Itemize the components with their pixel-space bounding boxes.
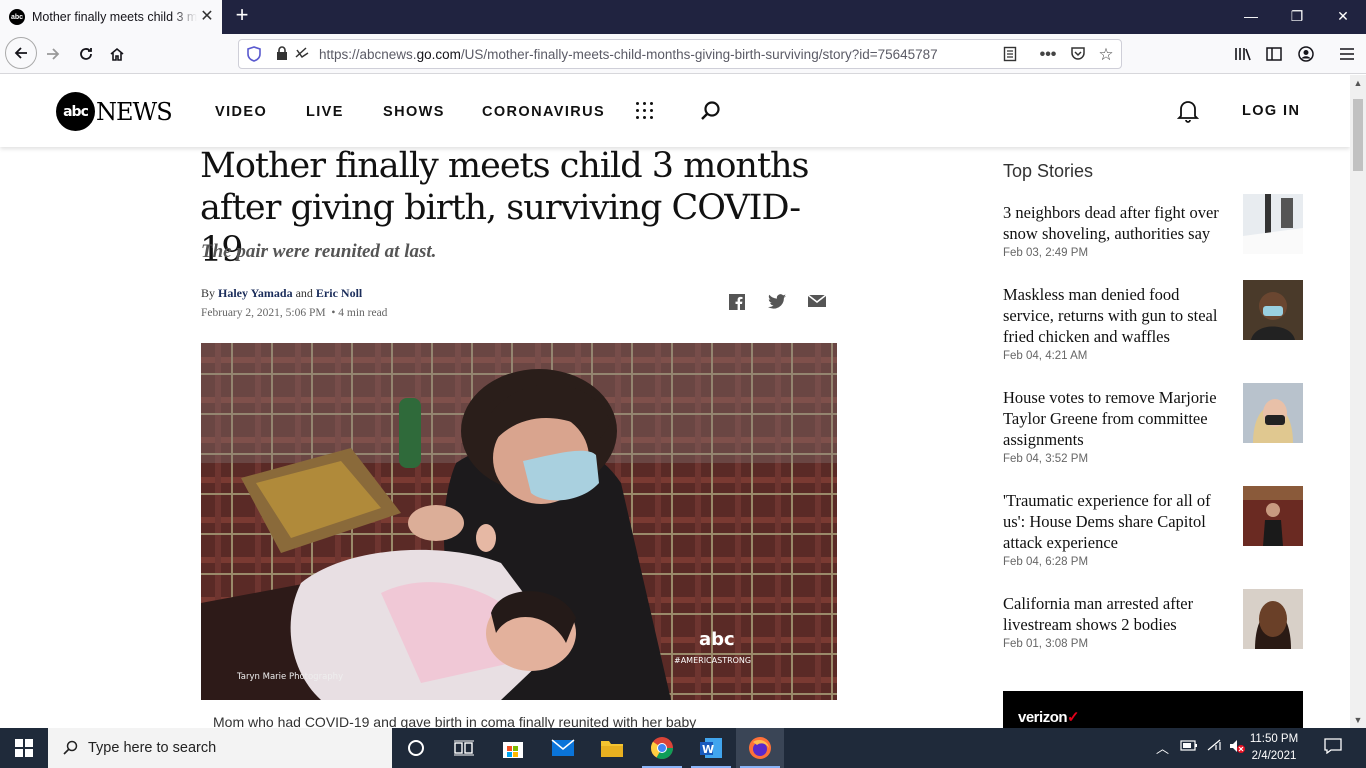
verizon-ad-banner[interactable]: verizon✓ [1003,691,1303,728]
story-title[interactable]: Maskless man denied food service, return… [1003,284,1233,347]
scroll-up-icon[interactable]: ▲ [1350,75,1366,91]
abc-favicon-icon: abc [9,9,25,25]
story-title[interactable]: California man arrested after livestream… [1003,593,1233,635]
windows-start-icon[interactable] [0,728,48,768]
article-hero-image[interactable]: abc #AMERICASTRONG Taryn Marie Photograp… [201,343,837,700]
firefox-icon[interactable] [736,728,784,768]
bookmark-star-icon[interactable]: ☆ [1097,46,1115,64]
wifi-icon[interactable] [1206,738,1224,755]
story-date: Feb 03, 2:49 PM [1003,247,1089,259]
shield-icon[interactable] [245,46,263,64]
library-icon[interactable] [1228,39,1258,69]
chrome-icon[interactable] [638,728,686,768]
story-date: Feb 04, 4:21 AM [1003,350,1088,362]
story-thumbnail[interactable] [1243,486,1303,546]
story-thumbnail[interactable] [1243,383,1303,443]
login-button[interactable]: LOG IN [1242,103,1300,119]
abc-logo-circle: abc [56,92,95,131]
page-scrollbar[interactable]: ▲ ▼ [1350,75,1366,728]
mail-icon[interactable] [539,728,587,768]
permissions-icon[interactable] [293,46,311,64]
nav-live[interactable]: LIVE [306,104,344,120]
twitter-share-icon[interactable] [768,294,786,310]
photo-credit: Taryn Marie Photography [236,672,343,682]
scroll-down-icon[interactable]: ▼ [1350,712,1366,728]
sidebar-icon[interactable] [1259,39,1289,69]
web-page: abc NEWS VIDEO LIVE SHOWS CORONAVIRUS LO… [0,75,1350,728]
svg-text:W: W [702,743,714,756]
search-icon[interactable] [700,100,722,122]
battery-icon[interactable] [1180,738,1198,755]
back-icon[interactable] [5,37,37,69]
notifications-bell-icon[interactable] [1176,99,1200,123]
facebook-share-icon[interactable] [729,294,747,310]
top-stories-heading: Top Stories [1003,161,1094,181]
verizon-logo: verizon✓ [1018,709,1080,726]
story-title[interactable]: 3 neighbors dead after fight over snow s… [1003,202,1233,244]
email-share-icon[interactable] [807,294,827,310]
url-text: https://abcnews.go.com/US/mother-finally… [319,47,938,62]
task-view-icon[interactable] [440,728,488,768]
tab-title: Mother finally meets child 3 months afte… [32,10,197,24]
news-wordmark: NEWS [96,97,173,126]
reload-icon[interactable] [71,39,101,69]
taskbar-search-box[interactable]: Type here to search [48,728,392,768]
article-byline: By Haley Yamada and Eric Noll [201,286,363,300]
author-link-1[interactable]: Haley Yamada [218,286,293,300]
account-icon[interactable] [1291,39,1321,69]
page-actions-icon[interactable]: ••• [1039,46,1057,64]
pocket-icon[interactable] [1069,46,1087,64]
browser-toolbar: https://abcnews.go.com/US/mother-finally… [0,34,1366,74]
abc-news-logo[interactable]: abc NEWS [56,92,173,131]
article-dateline: February 2, 2021, 5:06 PM • 4 min read [201,307,388,319]
address-bar[interactable]: https://abcnews.go.com/US/mother-finally… [238,39,1122,69]
close-window-icon[interactable]: ✕ [1320,0,1366,34]
show-hidden-icons[interactable]: ︿ [1156,738,1169,757]
cortana-icon[interactable] [392,728,440,768]
story-title[interactable]: 'Traumatic experience for all of us': Ho… [1003,490,1233,553]
menu-icon[interactable] [1332,39,1362,69]
nav-coronavirus[interactable]: CORONAVIRUS [482,104,605,120]
story-date: Feb 04, 3:52 PM [1003,453,1089,465]
nav-video[interactable]: VIDEO [215,104,267,120]
browser-tab[interactable]: abc Mother finally meets child 3 months … [0,0,222,34]
article-subhead: The pair were reunited at last. [201,241,437,262]
restore-icon[interactable]: ❐ [1274,0,1320,34]
reader-view-icon[interactable] [1001,46,1019,64]
system-clock[interactable]: 11:50 PM 2/4/2021 [1244,731,1304,765]
lock-icon[interactable] [273,46,291,64]
author-link-2[interactable]: Eric Noll [316,286,362,300]
home-icon[interactable] [102,39,132,69]
americastrong-tag: #AMERICASTRONG [674,656,751,665]
story-title[interactable]: House votes to remove Marjorie Taylor Gr… [1003,387,1233,450]
new-tab-icon[interactable]: + [230,4,254,28]
forward-icon[interactable] [38,39,68,69]
taskbar-search-placeholder: Type here to search [88,740,217,756]
hero-photo-illustration: abc #AMERICASTRONG Taryn Marie Photograp… [201,343,837,700]
site-header: abc NEWS VIDEO LIVE SHOWS CORONAVIRUS LO… [0,75,1350,147]
windows-taskbar: Type here to search W ︿ 11:50 PM 2/4/202… [0,728,1366,768]
word-icon[interactable]: W [687,728,735,768]
minimize-icon[interactable]: — [1228,0,1274,34]
notification-center-icon[interactable] [1324,738,1342,757]
close-tab-icon[interactable]: ✕ [198,8,216,26]
scrollbar-thumb[interactable] [1353,99,1363,171]
story-date: Feb 04, 6:28 PM [1003,556,1089,568]
nav-shows[interactable]: SHOWS [383,104,445,120]
story-date: Feb 01, 3:08 PM [1003,638,1089,650]
video-caption: Mom who had COVID-19 and gave birth in c… [213,714,697,728]
story-thumbnail[interactable] [1243,280,1303,340]
abc-watermark: abc [699,629,735,650]
story-thumbnail[interactable] [1243,194,1303,254]
story-thumbnail[interactable] [1243,589,1303,649]
browser-tab-bar: abc Mother finally meets child 3 months … [0,0,1366,34]
more-sections-grid-icon[interactable] [636,102,654,120]
search-icon [63,740,78,755]
microsoft-store-icon[interactable] [489,728,537,768]
file-explorer-icon[interactable] [588,728,636,768]
